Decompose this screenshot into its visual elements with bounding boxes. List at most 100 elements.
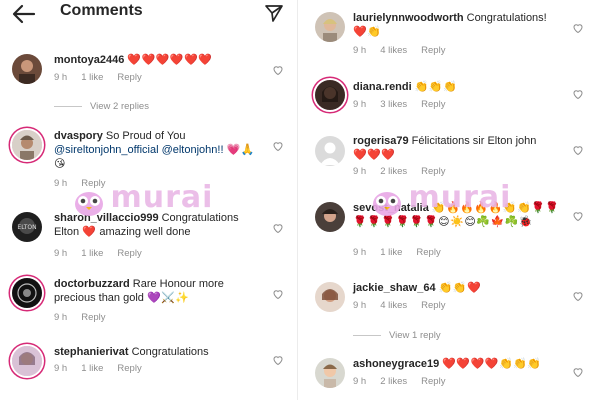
comment-username[interactable]: diana.rendi [353,81,412,93]
like-heart-icon[interactable] [272,222,284,234]
comment-meta: 9 h 1 like Reply [54,248,156,259]
avatar[interactable] [12,54,42,84]
avatar[interactable] [315,80,345,110]
avatar[interactable] [315,12,345,42]
avatar[interactable]: ELTON [12,212,42,242]
reply-button[interactable]: Reply [117,72,141,83]
comment-text: Félicitations sir Elton john [411,135,537,147]
comment-username[interactable]: stephanierivat [54,346,129,358]
comment-time: 9 h [353,45,367,56]
comment-likes[interactable]: 2 likes [380,166,407,177]
like-heart-icon[interactable] [572,88,584,100]
like-heart-icon[interactable] [572,290,584,302]
svg-text:ELTON: ELTON [17,224,36,231]
comment-username[interactable]: jackie_shaw_64 [353,282,436,294]
reply-button[interactable]: Reply [421,99,445,110]
avatar[interactable] [12,130,42,160]
view-replies-button[interactable]: View 2 replies [54,101,149,112]
comment-meta: 9 h 2 likes Reply [353,166,459,177]
like-heart-icon[interactable] [272,288,284,300]
comment-username[interactable]: doctorbuzzard [54,278,130,290]
comment-body: sevost_natalia 👏🔥🔥🔥🔥👏👏🌹🌹🌹🌹🌹🌹🌹🌹😊☀️😊☘️🍁☘️🐞 [353,201,568,229]
comment-likes[interactable]: 1 like [81,72,103,83]
comment-meta: 9 h 1 like Reply [353,247,455,258]
comment-item: doctorbuzzard Rare Honour more precious t… [0,276,292,328]
comment-time: 9 h [54,312,68,323]
comment-item: jackie_shaw_64 👏👏❤️ 9 h 4 likes Reply [305,280,600,320]
reply-button[interactable]: Reply [81,178,105,189]
comment-emoji: 💜⚔️✨ [146,292,190,304]
comment-meta: 9 h 2 likes Reply [353,376,459,387]
comment-time: 9 h [353,300,367,311]
reply-button[interactable]: Reply [117,248,141,259]
comment-item: diana.rendi 👏👏👏 9 h 3 likes Reply [305,78,600,118]
comment-likes[interactable]: 1 like [380,247,402,258]
comment-username[interactable]: ashoneygrace19 [353,358,439,370]
comment-item: rogerisa79 Félicitations sir Elton john ❤… [305,134,600,182]
comment-username[interactable]: montoya2446 [54,54,124,66]
reply-button[interactable]: Reply [416,247,440,258]
comment-time: 9 h [353,99,367,110]
comment-time: 9 h [353,376,367,387]
comment-likes[interactable]: 1 like [81,363,103,374]
avatar[interactable] [12,346,42,376]
comment-body: doctorbuzzard Rare Honour more precious t… [54,277,266,305]
comment-item: dvaspory So Proud of You @sireltonjohn_of… [0,128,292,190]
comment-emoji: ❤️❤️❤️❤️❤️❤️ [127,54,213,66]
like-heart-icon[interactable] [572,144,584,156]
reply-button[interactable]: Reply [117,363,141,374]
avatar[interactable] [315,136,345,166]
comment-emoji: ❤️👏 [353,26,382,38]
comment-body: rogerisa79 Félicitations sir Elton john ❤… [353,134,573,162]
reply-button[interactable]: Reply [421,376,445,387]
next-comment-preview [8,394,138,400]
reply-button[interactable]: Reply [81,312,105,323]
comment-username[interactable]: sharon_villaccio999 [54,212,159,224]
comment-likes[interactable]: 4 likes [380,45,407,56]
comment-username[interactable]: dvaspory [54,130,103,142]
comment-likes[interactable]: 3 likes [380,99,407,110]
avatar[interactable] [315,358,345,388]
avatar[interactable] [315,202,345,232]
comment-text-continued: amazing well done [99,226,191,238]
avatar[interactable] [315,282,345,312]
like-heart-icon[interactable] [572,366,584,378]
like-heart-icon[interactable] [572,22,584,34]
comment-username[interactable]: sevost_natalia [353,202,429,214]
comment-body: sharon_villaccio999 Congratulations Elton… [54,211,266,239]
reply-button[interactable]: Reply [421,45,445,56]
comment-meta: 9 h Reply [54,312,120,323]
comment-time: 9 h [353,247,367,258]
comment-likes[interactable]: 1 like [81,248,103,259]
comment-emoji: ❤️❤️❤️ [353,149,396,161]
comment-item: stephanierivat Congratulations 9 h 1 like R… [0,344,292,384]
comments-panel-right: laurielynnwoodworth Congratulations! ❤️👏 … [305,0,600,400]
like-heart-icon[interactable] [272,64,284,76]
avatar[interactable] [12,278,42,308]
comment-time: 9 h [54,178,68,189]
comment-item: montoya2446 ❤️❤️❤️❤️❤️❤️ 9 h 1 like Reply [0,52,292,92]
comment-meta: 9 h Reply [54,178,120,189]
comment-body: diana.rendi 👏👏👏 [353,80,573,94]
comment-likes[interactable]: 4 likes [380,300,407,311]
comment-likes[interactable]: 2 likes [380,376,407,387]
comment-time: 9 h [54,363,68,374]
comment-time: 9 h [353,166,367,177]
view-replies-button[interactable]: View 1 reply [353,330,441,341]
comments-header: Comments [0,0,292,30]
send-icon[interactable] [264,3,284,23]
page-title: Comments [60,2,143,19]
comment-username[interactable]: rogerisa79 [353,135,409,147]
back-arrow-icon[interactable] [12,4,36,24]
reply-button[interactable]: Reply [421,300,445,311]
comment-username[interactable]: laurielynnwoodworth [353,12,464,24]
like-heart-icon[interactable] [272,354,284,366]
like-heart-icon[interactable] [572,210,584,222]
comment-mentions[interactable]: @sireltonjohn_official @eltonjohn!! [54,144,224,156]
comment-emoji: 👏👏👏 [414,81,458,93]
comment-body: jackie_shaw_64 👏👏❤️ [353,281,573,295]
comment-body: stephanierivat Congratulations [54,345,266,359]
like-heart-icon[interactable] [272,140,284,152]
reply-button[interactable]: Reply [421,166,445,177]
comment-item: sevost_natalia 👏🔥🔥🔥🔥👏👏🌹🌹🌹🌹🌹🌹🌹🌹😊☀️😊☘️🍁☘️🐞 … [305,200,600,264]
